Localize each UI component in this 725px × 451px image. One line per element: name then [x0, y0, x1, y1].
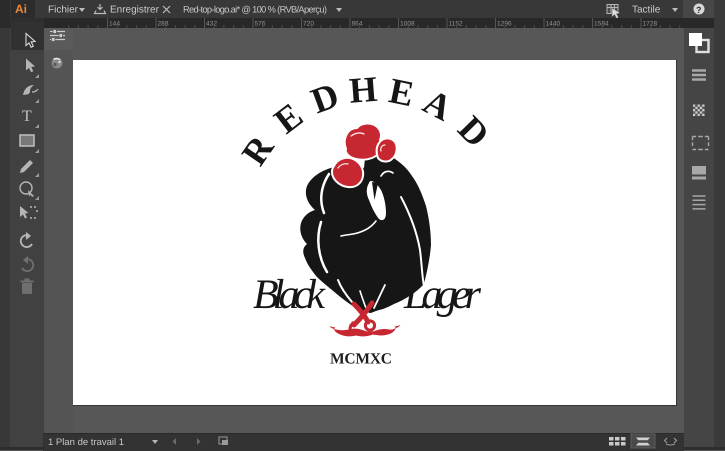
svg-text:1296: 1296 [497, 21, 512, 28]
svg-text:1584: 1584 [594, 21, 609, 28]
svg-text:Fichier: Fichier [48, 5, 79, 16]
svg-text:720: 720 [303, 21, 314, 28]
svg-text:Red-top-logo.ai* @ 100 % (RVB/: Red-top-logo.ai* @ 100 % (RVB/Aperçu) [183, 5, 327, 15]
svg-text:D: D [306, 75, 344, 122]
svg-text:1008: 1008 [400, 21, 415, 28]
svg-text:1728: 1728 [643, 21, 658, 28]
svg-text:Black: Black [253, 272, 326, 318]
svg-text:288: 288 [158, 21, 169, 28]
svg-text:E: E [267, 95, 310, 141]
svg-text:1152: 1152 [449, 21, 464, 28]
svg-text:Enregistrer: Enregistrer [110, 5, 160, 16]
svg-text:1 Plan de travail 1: 1 Plan de travail 1 [48, 437, 124, 448]
svg-text:MCMXC: MCMXC [330, 351, 392, 368]
svg-text:576: 576 [255, 21, 266, 28]
svg-text:432: 432 [206, 21, 217, 28]
svg-text:864: 864 [352, 21, 363, 28]
svg-text:T: T [22, 108, 32, 125]
svg-text:Lager: Lager [403, 272, 482, 318]
svg-text:D: D [450, 108, 497, 155]
svg-text:Tactile: Tactile [632, 5, 661, 16]
svg-text:A: A [417, 81, 458, 128]
svg-text:H: H [348, 69, 379, 111]
svg-text:R: R [234, 127, 282, 172]
svg-text:E: E [386, 70, 418, 114]
svg-text:144: 144 [109, 21, 120, 28]
svg-text:Ai: Ai [15, 2, 27, 16]
svg-text:1440: 1440 [546, 21, 561, 28]
svg-text:?: ? [696, 5, 702, 15]
